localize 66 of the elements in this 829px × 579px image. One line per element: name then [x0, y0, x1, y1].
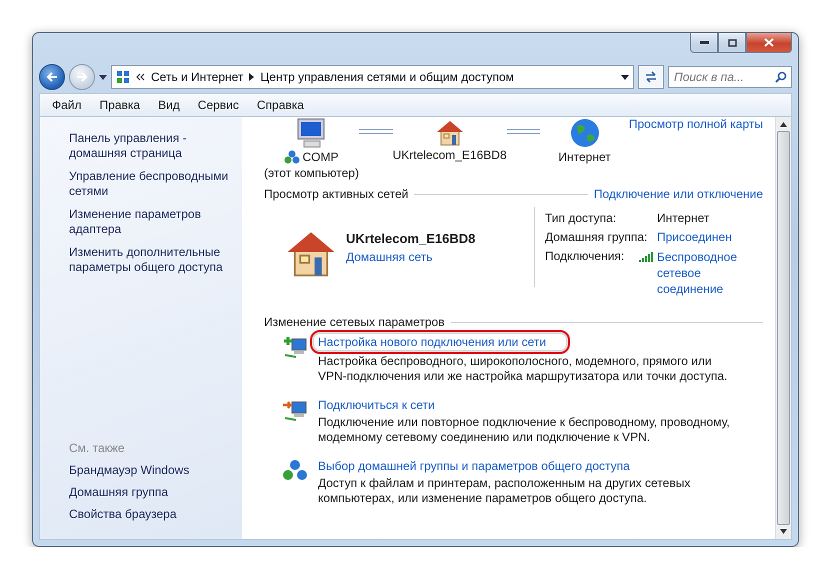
sidebar-link[interactable]: Брандмауэр Windows	[69, 463, 234, 477]
menu-item[interactable]: Правка	[92, 96, 148, 114]
task-description: Доступ к файлам и принтерам, расположенным на других сетевых компьютерах, или изменение параметров общего доступа.	[318, 476, 692, 506]
connection-link[interactable]: Беспроводное сетевое соединение	[657, 249, 737, 297]
maximize-button[interactable]	[718, 33, 746, 53]
network-name: UKrtelecom_E16BD8	[346, 231, 476, 246]
breadcrumb-item[interactable]: Сеть и Интернет	[151, 70, 244, 84]
see-also-heading: См. также	[69, 441, 126, 455]
connect-disconnect-link[interactable]: Подключение или отключение	[594, 187, 763, 201]
connection-line	[506, 129, 540, 134]
node-label: Интернет	[558, 149, 611, 165]
close-icon	[764, 38, 774, 47]
task-description: Подключение или повторное подключение к беспроводному, проводному, модемному сетевому соединению или подключение к VPN.	[318, 415, 731, 445]
property-link[interactable]: Присоединен	[657, 230, 763, 244]
sidebar-link[interactable]: Свойства браузера	[69, 507, 234, 521]
sidebar-link[interactable]: Изменить дополнительные параметры общего доступа	[69, 245, 234, 275]
network-type-link[interactable]: Домашняя сеть	[346, 250, 476, 264]
property-value: Интернет	[657, 211, 710, 225]
section-title: Просмотр активных сетей	[264, 187, 408, 201]
double-chevron-icon	[136, 73, 145, 81]
menu-item[interactable]: Сервис	[190, 96, 247, 114]
globe-icon	[568, 117, 601, 149]
chevron-right-icon	[249, 73, 254, 81]
minimize-icon	[700, 41, 708, 44]
refresh-icon	[644, 71, 658, 83]
forward-arrow-icon	[76, 72, 88, 82]
sidebar-link[interactable]: Домашняя группа	[69, 485, 234, 499]
search-icon	[775, 71, 787, 83]
control-panel-icon	[116, 70, 130, 84]
breadcrumb-item[interactable]: Центр управления сетями и общим доступом	[260, 70, 514, 84]
refresh-button[interactable]	[638, 65, 664, 89]
close-button[interactable]	[746, 33, 792, 53]
back-arrow-icon	[46, 72, 58, 82]
node-sublabel: (этот компьютер)	[264, 165, 359, 181]
sidebar-link[interactable]: Панель управления - домашняя страница	[69, 131, 234, 161]
back-button[interactable]	[39, 64, 65, 90]
node-label: UKrtelecom_E16BD8	[392, 147, 507, 163]
signal-icon	[639, 252, 653, 262]
dropdown-icon[interactable]	[99, 74, 107, 80]
connection-line	[358, 129, 393, 134]
network-sharing-icon	[282, 459, 308, 483]
property-label: Тип доступа:	[545, 211, 616, 225]
scrollbar[interactable]	[775, 117, 791, 539]
node-label: COMP	[284, 149, 338, 165]
setup-network-icon	[282, 335, 308, 359]
search-field[interactable]: Поиск в па...	[668, 66, 792, 88]
section-title: Изменение сетевых параметров	[264, 315, 445, 329]
minimize-button[interactable]	[690, 33, 718, 53]
sidebar-link[interactable]: Изменение параметров адаптера	[69, 207, 234, 237]
menu-item[interactable]: Справка	[248, 96, 312, 114]
task-description: Настройка беспроводного, широкополосного, модемного, прямого или VPN-подключения или же настройка маршрутизатора или точки доступа.	[318, 354, 728, 384]
maximize-icon	[728, 38, 736, 46]
dropdown-icon[interactable]	[621, 74, 629, 80]
address-bar[interactable]: Сеть и Интернет Центр управления сетями и общим доступом	[111, 65, 634, 89]
menu-item[interactable]: Вид	[150, 96, 188, 114]
task-link[interactable]: Выбор домашней группы и параметров общего доступа	[318, 459, 630, 473]
scroll-down-icon[interactable]	[780, 529, 787, 534]
scroll-up-icon[interactable]	[780, 122, 787, 127]
scrollbar-thumb[interactable]	[777, 131, 790, 525]
task-link[interactable]: Подключиться к сети	[318, 398, 435, 412]
network-icon	[284, 150, 300, 164]
menu-item[interactable]: Файл	[44, 96, 90, 114]
property-label: Подключения:	[545, 249, 624, 263]
sidebar-link[interactable]: Управление беспроводными сетями	[69, 169, 234, 199]
property-label: Домашняя группа:	[545, 230, 648, 244]
full-map-link[interactable]: Просмотр полной карты	[628, 117, 763, 131]
